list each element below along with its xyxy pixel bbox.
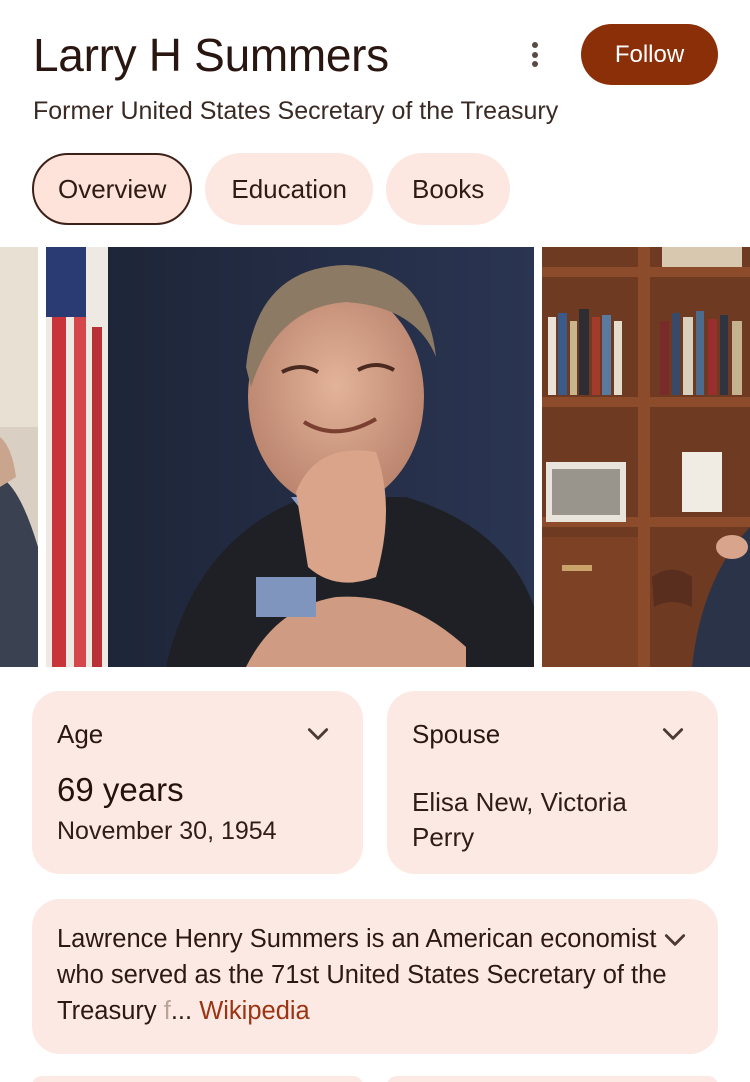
age-value: 69 years	[57, 771, 184, 808]
image-gallery	[0, 247, 750, 667]
tab-education[interactable]: Education	[205, 153, 374, 225]
chevron-down-icon[interactable]	[660, 721, 686, 747]
description-text: Lawrence Henry Summers is an American ec…	[57, 921, 667, 1029]
page-title: Larry H Summers	[33, 29, 389, 81]
tab-bar: Overview Education Books	[32, 153, 511, 225]
chevron-down-icon[interactable]	[305, 721, 331, 747]
follow-button[interactable]: Follow	[581, 24, 718, 85]
header: Larry H Summers Follow	[33, 24, 718, 85]
more-options-icon[interactable]	[528, 42, 542, 72]
next-card-right	[387, 1076, 718, 1082]
wikipedia-link[interactable]: Wikipedia	[199, 997, 310, 1025]
gallery-image-portrait[interactable]	[46, 247, 534, 667]
next-card-left	[32, 1076, 363, 1082]
spouse-value: Elisa New, Victoria Perry	[412, 787, 627, 852]
description-fade: f	[163, 997, 171, 1025]
spouse-label: Spouse	[412, 719, 501, 749]
spouse-card[interactable]: Spouse Elisa New, Victoria Perry	[387, 691, 718, 874]
gallery-image-office[interactable]	[542, 247, 750, 667]
chevron-down-icon[interactable]	[662, 927, 688, 953]
tab-overview[interactable]: Overview	[32, 153, 193, 225]
age-card[interactable]: Age 69 years November 30, 1954	[32, 691, 363, 874]
description-ellipsis: ...	[170, 997, 200, 1025]
description-body: Lawrence Henry Summers is an American ec…	[57, 925, 667, 1025]
subtitle: Former United States Secretary of the Tr…	[33, 97, 559, 125]
birth-date: November 30, 1954	[57, 817, 277, 845]
description-card[interactable]: Lawrence Henry Summers is an American ec…	[32, 899, 718, 1054]
age-label: Age	[57, 719, 104, 749]
gallery-image-partial-left[interactable]	[0, 247, 38, 667]
tab-books[interactable]: Books	[386, 153, 511, 225]
